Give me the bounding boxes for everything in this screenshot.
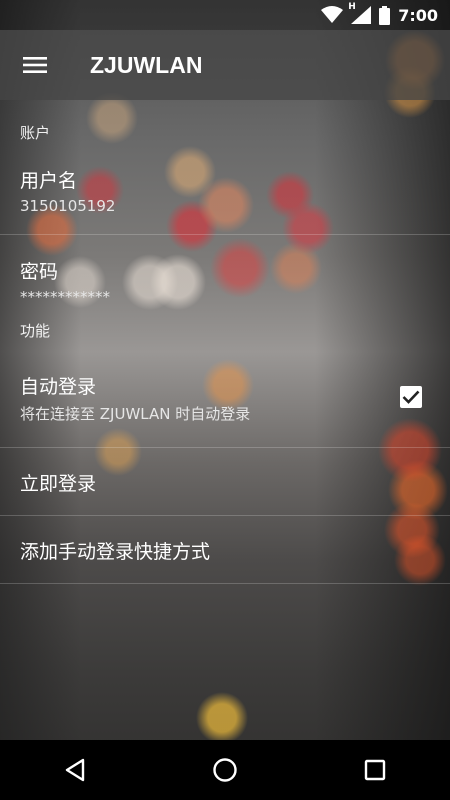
signal-icon: H	[348, 2, 372, 24]
network-type-label: H	[348, 2, 356, 12]
status-bar: H 7:00	[0, 0, 450, 30]
battery-icon	[379, 5, 391, 25]
hamburger-menu-icon[interactable]	[0, 30, 70, 100]
category-features-header: 功能	[20, 322, 51, 340]
password-title: 密码	[20, 261, 59, 283]
preferences-list: 账户 用户名 3150105192 密码 ************ 功能 自动登…	[0, 100, 450, 584]
username-title: 用户名	[20, 170, 78, 192]
recents-icon[interactable]	[345, 740, 405, 800]
username-preference[interactable]: 用户名 3150105192	[0, 144, 450, 235]
home-icon[interactable]	[195, 740, 255, 800]
add-shortcut-title: 添加手动登录快捷方式	[20, 541, 211, 563]
username-value: 3150105192	[20, 197, 116, 215]
app-toolbar: ZJUWLAN	[0, 30, 450, 100]
category-account-header: 账户	[20, 124, 51, 142]
password-preference[interactable]: 密码 ************	[0, 235, 450, 310]
login-now-preference[interactable]: 立即登录	[0, 448, 450, 516]
status-time: 7:00	[398, 5, 438, 25]
auto-login-checkbox[interactable]	[400, 386, 422, 408]
auto-login-title: 自动登录	[20, 376, 97, 398]
add-shortcut-preference[interactable]: 添加手动登录快捷方式	[0, 516, 450, 584]
system-nav-bar	[0, 740, 450, 800]
app-title: ZJUWLAN	[90, 51, 203, 78]
wifi-icon	[321, 6, 344, 24]
checkmark-icon	[402, 390, 420, 404]
login-now-title: 立即登录	[20, 473, 97, 495]
auto-login-preference[interactable]: 自动登录 将在连接至 ZJUWLAN 时自动登录	[0, 350, 450, 448]
password-value: ************	[20, 288, 110, 306]
auto-login-summary: 将在连接至 ZJUWLAN 时自动登录	[20, 405, 251, 423]
back-icon[interactable]	[45, 740, 105, 800]
